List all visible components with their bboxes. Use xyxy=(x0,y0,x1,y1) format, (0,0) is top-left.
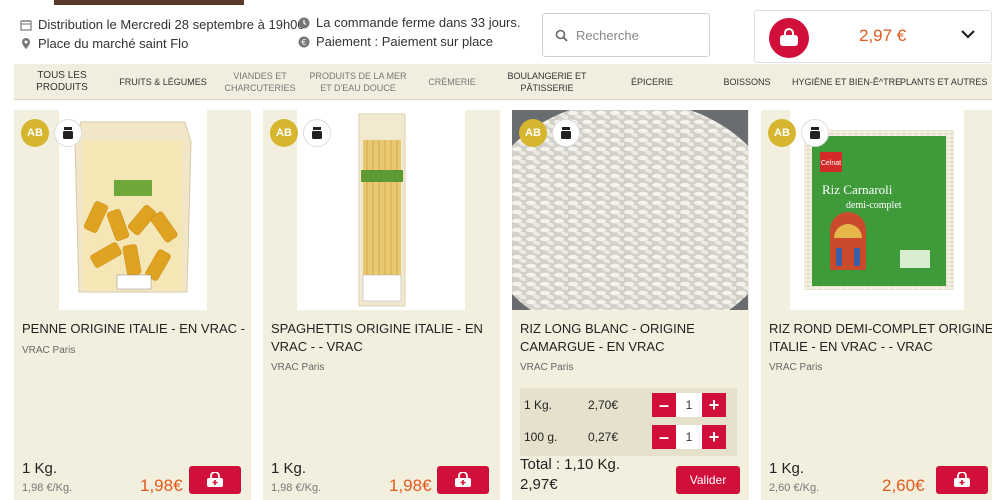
product-image-subtitle: demi-complet xyxy=(846,200,902,211)
cart-total: 2,97 € xyxy=(859,26,907,45)
cart-icon[interactable] xyxy=(769,18,809,58)
product-unit: 1 Kg. xyxy=(271,460,307,477)
product-card[interactable]: AB PENNE ORIGINE ITALIE - EN VRAC - VRAC… xyxy=(14,110,251,500)
jar-icon xyxy=(54,119,82,147)
basket-add-icon xyxy=(207,472,223,487)
product-price-per-kg: 1,98 €/Kg. xyxy=(22,482,73,494)
product-vendor: VRAC Paris xyxy=(769,362,823,373)
product-price: 1,98€ xyxy=(389,476,432,495)
add-to-cart-button[interactable] xyxy=(936,466,988,494)
product-title[interactable]: RIZ LONG BLANC - ORIGINE CAMARGUE - EN V… xyxy=(520,320,745,356)
decrement-button[interactable]: – xyxy=(652,425,676,449)
order-total-price: 2,97€ xyxy=(520,476,558,493)
product-price-per-kg: 2,60 €/Kg. xyxy=(769,482,820,494)
jar-icon xyxy=(801,119,829,147)
organic-badge-icon: AB xyxy=(768,119,796,147)
order-close-text: La commande ferme dans 33 jours. xyxy=(316,15,521,30)
product-price: 2,60€ xyxy=(882,476,925,495)
search-placeholder: Recherche xyxy=(576,27,639,43)
quantity-value[interactable]: 1 xyxy=(676,425,702,449)
product-title[interactable]: SPAGHETTIS ORIGINE ITALIE - EN VRAC - - … xyxy=(271,320,496,356)
organic-badge-icon: AB xyxy=(519,119,547,147)
search-icon xyxy=(555,29,568,42)
calendar-icon xyxy=(20,19,32,31)
chevron-down-icon[interactable] xyxy=(960,28,976,40)
product-card[interactable]: AB SPAGHETTIS ORIGINE ITALIE - EN VRAC -… xyxy=(263,110,500,500)
tab-hygiene[interactable]: HYGIÈNE ET BIEN-Ê^TRE xyxy=(792,76,901,88)
product-image[interactable] xyxy=(59,110,207,310)
tab-epicerie[interactable]: ÉPICERIE xyxy=(602,76,702,88)
add-to-cart-button[interactable] xyxy=(437,466,489,494)
product-image-title: Riz Carnaroli xyxy=(822,182,893,197)
location-pin-icon xyxy=(22,38,30,49)
decrement-button[interactable]: – xyxy=(652,393,676,417)
variant-price: 2,70€ xyxy=(588,398,619,412)
product-price: 1,98€ xyxy=(140,476,183,495)
product-vendor: VRAC Paris xyxy=(22,345,76,356)
tab-cremerie[interactable]: CRÈMERIE xyxy=(412,76,492,88)
tab-viandes[interactable]: VIANDES ET CHARCUTERIES xyxy=(216,70,304,94)
product-image-brand: Celnat xyxy=(821,160,841,167)
page: Distribution le Mercredi 28 septembre à … xyxy=(0,0,992,500)
product-price-per-kg: 1,98 €/Kg. xyxy=(271,482,322,494)
product-image[interactable] xyxy=(512,110,748,310)
product-title[interactable]: RIZ ROND DEMI-COMPLET ORIGINE ITALIE - E… xyxy=(769,320,992,356)
cart-summary[interactable]: 2,97 € xyxy=(754,10,992,63)
clock-icon xyxy=(298,17,310,28)
variant-price: 0,27€ xyxy=(588,430,619,444)
jar-icon xyxy=(303,119,331,147)
variant-unit: 100 g. xyxy=(524,430,558,444)
organic-badge-icon: AB xyxy=(21,119,49,147)
validate-button[interactable]: Valider xyxy=(676,466,740,494)
tab-tous-les-produits[interactable]: TOUS LES PRODUITS xyxy=(14,69,110,94)
quantity-stepper[interactable]: – 1 + xyxy=(652,393,726,417)
variant-unit: 1 Kg. xyxy=(524,398,553,412)
place-info: Place du marché saint Flo xyxy=(20,36,188,51)
product-card[interactable]: AB RIZ LONG BLANC - ORIGINE CAMARGUE - E… xyxy=(512,110,749,500)
svg-text:€: € xyxy=(301,38,306,47)
product-vendor: VRAC Paris xyxy=(271,362,325,373)
product-unit: 1 Kg. xyxy=(769,460,805,477)
basket-add-icon xyxy=(954,472,970,487)
hero-image-edge xyxy=(54,0,244,5)
product-card[interactable]: Celnat Riz Carnaroli demi-complet AB RIZ… xyxy=(761,110,992,500)
payment-info: € Paiement : Paiement sur place xyxy=(298,34,493,49)
tab-boissons[interactable]: BOISSONS xyxy=(702,76,792,88)
search-input[interactable]: Recherche xyxy=(542,13,710,57)
payment-text: Paiement : Paiement sur place xyxy=(316,34,494,49)
basket-add-icon xyxy=(455,472,471,487)
quantity-value[interactable]: 1 xyxy=(676,393,702,417)
product-unit: 1 Kg. xyxy=(22,460,58,477)
add-to-cart-button[interactable] xyxy=(189,466,241,494)
product-vendor: VRAC Paris xyxy=(520,362,574,373)
organic-badge-icon: AB xyxy=(270,119,298,147)
order-total-weight: Total : 1,10 Kg. xyxy=(520,456,621,473)
category-nav: TOUS LES PRODUITS FRUITS & LÉGUMES VIAND… xyxy=(14,64,992,100)
increment-button[interactable]: + xyxy=(702,425,726,449)
tab-produits-mer[interactable]: PRODUITS DE LA MER ET D'EAU DOUCE xyxy=(304,70,412,94)
distribution-place: Place du marché saint Flo xyxy=(38,36,189,51)
tab-boulangerie[interactable]: BOULANGERIE ET PÂTISSERIE xyxy=(492,70,602,94)
jar-icon xyxy=(552,119,580,147)
quantity-stepper[interactable]: – 1 + xyxy=(652,425,726,449)
payment-icon: € xyxy=(298,36,310,47)
increment-button[interactable]: + xyxy=(702,393,726,417)
order-close-info: La commande ferme dans 33 jours. xyxy=(298,15,521,30)
tab-fruits-legumes[interactable]: FRUITS & LÉGUMES xyxy=(110,76,216,88)
distribution-info: Distribution le Mercredi 28 septembre à … xyxy=(20,17,305,32)
distribution-date: Distribution le Mercredi 28 septembre à … xyxy=(38,17,305,32)
product-title[interactable]: PENNE ORIGINE ITALIE - EN VRAC - xyxy=(22,320,247,338)
tab-plants[interactable]: PLANTS ET AUTRES xyxy=(900,76,987,88)
